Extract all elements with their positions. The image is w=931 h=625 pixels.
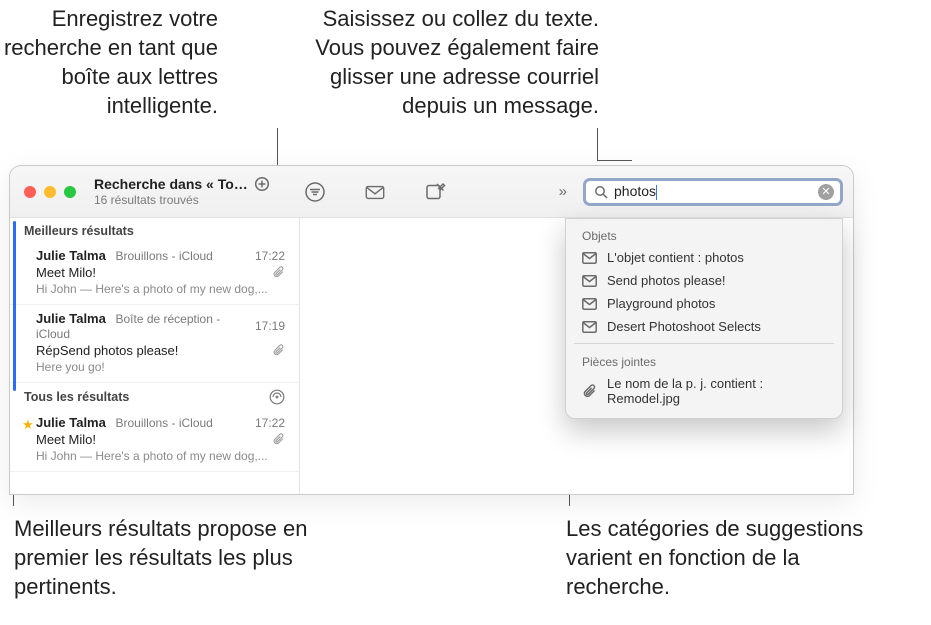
message-row[interactable]: ★ Julie Talma Brouillons - iCloud 17:22 … xyxy=(10,409,299,472)
filter-icon[interactable] xyxy=(304,181,326,203)
mailbox: Brouillons - iCloud xyxy=(115,249,212,263)
toolbar xyxy=(304,181,446,203)
sender: Julie Talma xyxy=(36,248,106,263)
star-icon: ★ xyxy=(22,417,34,433)
suggestion-label: Desert Photoshoot Selects xyxy=(607,319,761,334)
search-field-wrap: photos ✕ xyxy=(583,178,843,206)
section-best-results: Meilleurs résultats xyxy=(10,218,299,242)
leader-line xyxy=(597,160,632,161)
callout-suggestion-categories: Les catégories de suggestions varient en… xyxy=(566,514,886,601)
attachment-icon xyxy=(272,433,285,446)
suggestion-label: Send photos please! xyxy=(607,273,726,288)
section-label: Meilleurs résultats xyxy=(24,224,134,238)
envelope-icon xyxy=(582,321,597,333)
suggestion-item[interactable]: Playground photos xyxy=(566,292,842,315)
mail-window: Recherche dans « Tout... 16 résultats tr… xyxy=(9,165,854,495)
suggestions-separator xyxy=(574,343,834,344)
top-hits-accent xyxy=(13,221,16,391)
section-label: Tous les résultats xyxy=(24,390,129,404)
suggestion-item[interactable]: Send photos please! xyxy=(566,269,842,292)
close-window-button[interactable] xyxy=(24,186,36,198)
subject: RépSend photos please! xyxy=(36,343,178,358)
suggestion-item[interactable]: L'objet contient : photos xyxy=(566,246,842,269)
envelope-icon xyxy=(582,275,597,287)
subject: Meet Milo! xyxy=(36,432,96,447)
results-count: 16 résultats trouvés xyxy=(94,193,279,207)
suggestions-header-attachments: Pièces jointes xyxy=(566,349,842,372)
sender: Julie Talma xyxy=(36,415,106,430)
preview: Hi John — Here's a photo of my new dog,.… xyxy=(36,449,285,463)
message-row[interactable]: Julie Talma Boîte de réception - iCloud … xyxy=(10,305,299,383)
attachment-icon xyxy=(272,266,285,279)
clear-search-button[interactable]: ✕ xyxy=(818,184,834,200)
sender: Julie Talma xyxy=(36,311,106,326)
save-search-plus-button[interactable] xyxy=(253,175,271,193)
preview: Hi John — Here's a photo of my new dog,.… xyxy=(36,282,285,296)
time: 17:19 xyxy=(255,319,285,333)
traffic-lights xyxy=(24,186,76,198)
callout-best-results: Meilleurs résultats propose en premier l… xyxy=(14,514,329,601)
more-toolbar-button[interactable]: » xyxy=(559,183,575,200)
message-row[interactable]: Julie Talma Brouillons - iCloud 17:22 Me… xyxy=(10,242,299,305)
subject: Meet Milo! xyxy=(36,265,96,280)
suggestion-label: L'objet contient : photos xyxy=(607,250,744,265)
suggestion-item[interactable]: Desert Photoshoot Selects xyxy=(566,315,842,338)
callout-save-as-smart: Enregistrez votre recherche en tant que … xyxy=(0,4,218,120)
results-list: Meilleurs résultats Julie Talma Brouillo… xyxy=(10,218,300,494)
suggestion-item[interactable]: Le nom de la p. j. contient : Remodel.jp… xyxy=(566,372,842,410)
suggestions-header-subjects: Objets xyxy=(566,223,842,246)
compose-icon[interactable] xyxy=(424,181,446,203)
search-icon xyxy=(594,185,608,199)
time: 17:22 xyxy=(255,249,285,263)
top-hits-badge-icon xyxy=(269,389,285,405)
titlebar: Recherche dans « Tout... 16 résultats tr… xyxy=(10,166,853,218)
attachment-icon xyxy=(582,384,597,399)
search-suggestions-popup: Objets L'objet contient : photos Send ph… xyxy=(565,218,843,419)
window-title-block: Recherche dans « Tout... 16 résultats tr… xyxy=(94,175,279,207)
section-all-results: Tous les résultats xyxy=(10,383,299,409)
envelope-icon[interactable] xyxy=(364,181,386,203)
search-text: photos xyxy=(614,183,812,200)
leader-line xyxy=(597,128,598,160)
window-title: Recherche dans « Tout... xyxy=(94,176,249,193)
callout-type-or-paste: Saisissez ou collez du texte. Vous pouve… xyxy=(284,4,599,120)
suggestion-label: Le nom de la p. j. contient : Remodel.jp… xyxy=(607,376,826,406)
suggestion-label: Playground photos xyxy=(607,296,715,311)
minimize-window-button[interactable] xyxy=(44,186,56,198)
time: 17:22 xyxy=(255,416,285,430)
envelope-icon xyxy=(582,298,597,310)
preview: Here you go! xyxy=(36,360,285,374)
envelope-icon xyxy=(582,252,597,264)
mailbox: Brouillons - iCloud xyxy=(115,416,212,430)
zoom-window-button[interactable] xyxy=(64,186,76,198)
search-input[interactable]: photos ✕ xyxy=(583,178,843,206)
attachment-icon xyxy=(272,344,285,357)
